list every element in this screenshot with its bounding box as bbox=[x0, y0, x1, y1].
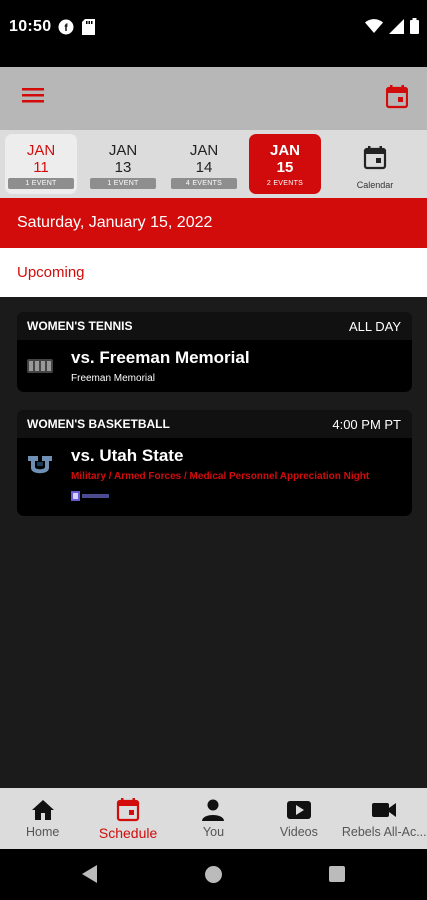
date-tab-day: 14 bbox=[195, 159, 213, 176]
nav-home[interactable]: Home bbox=[0, 788, 85, 849]
date-tab-jan-11[interactable]: JAN 11 1 EVENT bbox=[5, 134, 77, 194]
status-icons-right bbox=[365, 18, 419, 34]
status-icons-left: f bbox=[58, 19, 95, 35]
event-count-badge: 1 EVENT bbox=[90, 178, 156, 189]
event-subtitle: Freeman Memorial bbox=[71, 373, 155, 384]
signal-icon bbox=[389, 18, 404, 34]
hamburger-menu-icon[interactable] bbox=[22, 85, 50, 111]
event-card[interactable]: WOMEN'S TENNIS ALL DAY vs. Freeman Memor… bbox=[17, 312, 412, 392]
event-title: vs. Utah State bbox=[71, 446, 184, 465]
app-bar bbox=[0, 67, 427, 130]
status-time: 10:50 bbox=[9, 18, 52, 35]
f-circle-icon: f bbox=[58, 19, 74, 35]
date-tab-month: JAN bbox=[269, 142, 300, 159]
home-button-icon[interactable] bbox=[205, 866, 222, 883]
calendar-tab-label: Calendar bbox=[356, 180, 394, 190]
wifi-icon bbox=[365, 18, 383, 33]
bottom-nav: Home Schedule You Videos Rebels All-Ac..… bbox=[0, 788, 427, 849]
play-icon bbox=[286, 801, 311, 819]
unlv-logo-icon bbox=[27, 359, 53, 373]
person-icon bbox=[202, 799, 225, 821]
nav-label: You bbox=[202, 825, 225, 839]
event-time: ALL DAY bbox=[348, 318, 401, 334]
event-card-body: vs. Freeman Memorial Freeman Memorial bbox=[17, 340, 412, 392]
date-tab-jan-13[interactable]: JAN 13 1 EVENT bbox=[87, 134, 159, 194]
sponsor-logo-icon bbox=[71, 491, 109, 501]
event-count-badge: 1 EVENT bbox=[8, 178, 74, 189]
nav-rebels-all-access[interactable]: Rebels All-Ac... bbox=[342, 788, 427, 849]
nav-videos[interactable]: Videos bbox=[256, 788, 341, 849]
date-tab-month: JAN bbox=[189, 142, 219, 159]
event-sport: WOMEN'S BASKETBALL bbox=[27, 417, 170, 431]
upcoming-section-label: Upcoming bbox=[0, 248, 427, 297]
battery-icon bbox=[410, 18, 419, 34]
date-strip: JAN 11 1 EVENT JAN 13 1 EVENT JAN 14 4 E… bbox=[0, 130, 427, 198]
nav-label: Rebels All-Ac... bbox=[341, 825, 427, 839]
date-tab-jan-14[interactable]: JAN 14 4 EVENTS bbox=[168, 134, 240, 194]
video-camera-icon bbox=[372, 803, 397, 817]
status-bar: 10:50 f bbox=[0, 0, 427, 67]
event-count-badge: 2 EVENTS bbox=[266, 180, 304, 187]
nav-label: Videos bbox=[279, 825, 318, 839]
event-card-header: WOMEN'S BASKETBALL 4:00 PM PT bbox=[17, 410, 412, 438]
back-icon[interactable] bbox=[82, 865, 98, 883]
date-tab-month: JAN bbox=[26, 142, 56, 159]
event-time: 4:00 PM PT bbox=[332, 416, 401, 432]
calendar-today-icon[interactable] bbox=[385, 85, 414, 113]
event-list: WOMEN'S TENNIS ALL DAY vs. Freeman Memor… bbox=[0, 297, 427, 788]
event-sport: WOMEN'S TENNIS bbox=[27, 319, 133, 333]
event-subtitle: Military / Armed Forces / Medical Person… bbox=[71, 471, 370, 482]
selected-date-header: Saturday, January 15, 2022 bbox=[0, 198, 427, 248]
calendar-icon bbox=[116, 798, 140, 822]
date-tab-day: 15 bbox=[276, 159, 294, 176]
system-nav-bar bbox=[0, 849, 427, 900]
event-title: vs. Freeman Memorial bbox=[71, 348, 250, 367]
date-tab-day: 11 bbox=[33, 159, 49, 176]
event-card[interactable]: WOMEN'S BASKETBALL 4:00 PM PT vs. Utah S… bbox=[17, 410, 412, 516]
calendar-icon bbox=[363, 146, 387, 170]
nav-schedule[interactable]: Schedule bbox=[85, 788, 170, 849]
home-icon bbox=[31, 800, 54, 820]
date-tab-jan-15[interactable]: JAN 15 2 EVENTS bbox=[249, 134, 321, 194]
event-count-badge: 4 EVENTS bbox=[171, 178, 237, 189]
nav-label: Schedule bbox=[98, 825, 158, 841]
calendar-tab[interactable]: Calendar bbox=[333, 134, 417, 194]
event-card-header: WOMEN'S TENNIS ALL DAY bbox=[17, 312, 412, 340]
recent-apps-icon[interactable] bbox=[329, 866, 345, 882]
event-card-body: vs. Utah State Military / Armed Forces /… bbox=[17, 438, 412, 516]
sd-card-icon bbox=[82, 19, 95, 35]
utah-state-logo-icon bbox=[28, 456, 52, 474]
nav-label: Home bbox=[26, 825, 60, 839]
nav-you[interactable]: You bbox=[171, 788, 256, 849]
date-tab-day: 13 bbox=[114, 159, 132, 176]
date-tab-month: JAN bbox=[108, 142, 138, 159]
